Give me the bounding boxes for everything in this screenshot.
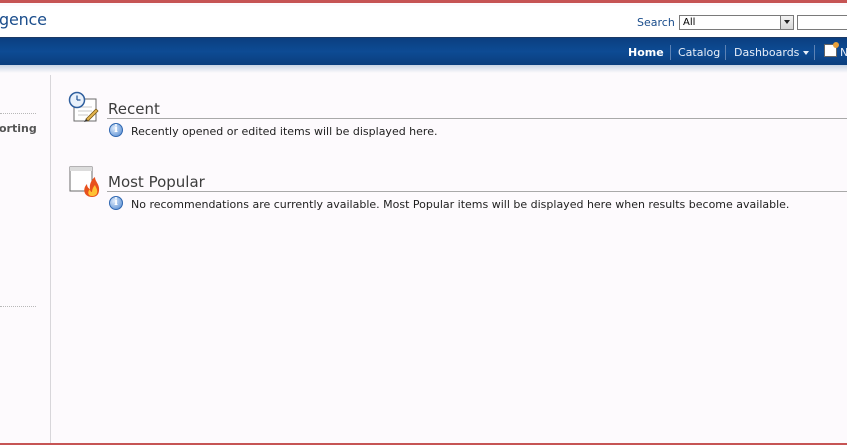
application-frame: gence Search All Home Catalog Dashboards… xyxy=(0,0,847,445)
recent-section-message: Recently opened or edited items will be … xyxy=(131,125,438,138)
nav-dashboards-label: Dashboards xyxy=(734,46,800,59)
new-item-icon[interactable] xyxy=(824,42,839,57)
most-popular-section-message: No recommendations are currently availab… xyxy=(131,198,790,211)
nav-dashboards-menu[interactable]: Dashboards xyxy=(734,46,810,59)
nav-home-link[interactable]: Home xyxy=(628,46,664,59)
nav-catalog-link[interactable]: Catalog xyxy=(678,46,720,59)
caret-down-icon xyxy=(803,51,810,55)
clock-document-icon xyxy=(68,91,99,122)
left-pane-divider xyxy=(0,306,36,307)
global-nav-bar: Home Catalog Dashboards N xyxy=(0,37,847,65)
header-bar: gence Search All xyxy=(0,6,847,37)
app-title: gence xyxy=(0,10,47,29)
nav-separator xyxy=(725,45,726,60)
search-scope-select[interactable]: All xyxy=(679,15,794,30)
nav-new-link[interactable]: N xyxy=(840,46,847,59)
most-popular-section-title: Most Popular xyxy=(108,173,205,191)
info-icon: i xyxy=(109,196,123,210)
recent-section-divider xyxy=(107,118,847,119)
info-icon: i xyxy=(109,123,123,137)
search-label: Search xyxy=(637,16,675,29)
flame-document-icon xyxy=(69,166,100,197)
most-popular-section-divider xyxy=(107,191,847,192)
nav-separator xyxy=(814,45,815,60)
search-scope-value: All xyxy=(683,17,696,28)
left-pane-divider xyxy=(0,113,36,114)
search-input[interactable] xyxy=(797,15,847,30)
left-pane: orting xyxy=(0,75,51,443)
recent-section-title: Recent xyxy=(108,100,160,118)
nav-separator xyxy=(670,45,671,60)
chevron-down-icon[interactable] xyxy=(780,16,793,29)
nav-bar-shadow xyxy=(0,65,847,73)
left-pane-item[interactable]: orting xyxy=(0,122,37,135)
